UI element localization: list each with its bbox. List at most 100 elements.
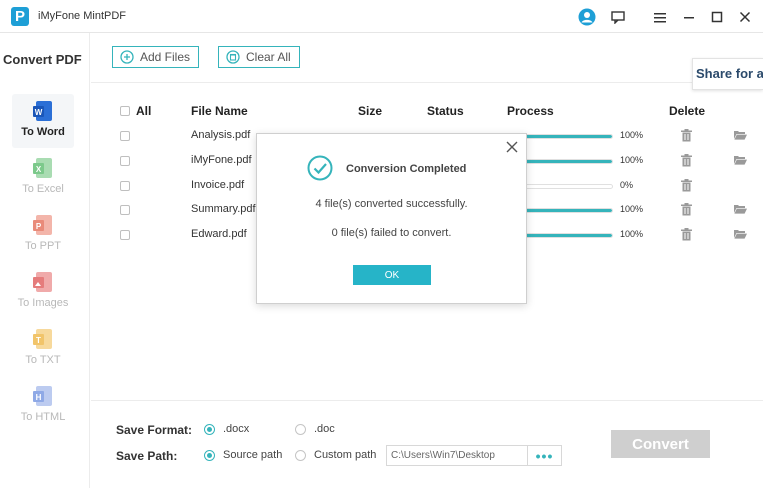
minimize-icon[interactable] <box>680 8 698 26</box>
open-folder-icon[interactable] <box>734 204 747 214</box>
trash-icon[interactable] <box>681 153 692 167</box>
progress-bar <box>521 208 613 214</box>
progress-fill <box>522 135 612 138</box>
excel-icon: X <box>33 158 52 178</box>
sidebar-item-label: To Images <box>17 297 69 309</box>
row-checkbox[interactable] <box>120 230 130 240</box>
trash-icon[interactable] <box>681 178 692 192</box>
bottom-panel: Save Format: .docx .doc Save Path: Sourc… <box>91 400 763 488</box>
app-title: iMyFone MintPDF <box>38 10 127 22</box>
header-size: Size <box>358 104 383 118</box>
html-icon: H <box>33 386 52 406</box>
toolbar: Add Files Clear All <box>91 33 763 83</box>
format-doc-label: .doc <box>314 423 335 435</box>
sidebar-item-label: To HTML <box>20 411 66 423</box>
word-icon: W <box>33 101 52 121</box>
format-docx-label: .docx <box>223 423 250 435</box>
row-checkbox[interactable] <box>120 180 130 191</box>
images-icon <box>33 272 52 292</box>
sidebar-item-to-excel[interactable]: X To Excel <box>12 151 74 205</box>
sidebar-item-to-html[interactable]: H To HTML <box>12 379 74 433</box>
dialog-close-icon[interactable] <box>505 140 519 154</box>
file-name: Summary.pdf <box>191 203 256 216</box>
sidebar-item-label: To TXT <box>25 354 61 366</box>
txt-icon: T <box>33 329 52 349</box>
clear-all-label: Clear All <box>246 50 291 64</box>
maximize-icon[interactable] <box>708 8 726 26</box>
success-check-icon <box>307 155 333 181</box>
progress-percent: 100% <box>620 154 644 165</box>
progress-bar <box>521 233 613 238</box>
progress-percent: 100% <box>620 204 644 215</box>
select-all-checkbox[interactable] <box>120 106 130 116</box>
open-folder-icon[interactable] <box>734 130 747 140</box>
header-file-name: File Name <box>191 104 248 118</box>
conversion-dialog: Conversion Completed 4 file(s) converted… <box>256 133 527 304</box>
sidebar-item-label: To Excel <box>22 183 64 195</box>
clear-icon <box>226 50 240 64</box>
source-path-label: Source path <box>223 449 283 461</box>
header-delete: Delete <box>669 104 706 118</box>
open-folder-icon[interactable] <box>734 155 747 165</box>
app-window: P iMyFone MintPDF Convert PDF W To Word … <box>0 0 763 488</box>
source-path-radio[interactable] <box>204 450 215 461</box>
progress-percent: 0% <box>620 179 634 190</box>
sidebar-title: Convert PDF <box>3 52 82 67</box>
row-checkbox[interactable] <box>120 155 130 166</box>
sidebar-item-to-ppt[interactable]: P To PPT <box>12 208 74 262</box>
progress-fill <box>522 209 612 213</box>
dialog-title: Conversion Completed <box>346 163 467 175</box>
svg-text:W: W <box>35 108 43 117</box>
dialog-success-message: 4 file(s) converted successfully. <box>315 198 468 210</box>
save-path-label: Save Path: <box>116 449 178 463</box>
svg-text:X: X <box>36 165 42 174</box>
add-files-button[interactable]: Add Files <box>112 46 200 68</box>
sidebar-item-to-word[interactable]: W To Word <box>12 94 74 148</box>
progress-percent: 100% <box>620 229 644 239</box>
feedback-icon[interactable] <box>609 8 627 26</box>
convert-button[interactable]: Convert <box>611 430 710 458</box>
svg-text:P: P <box>36 222 42 231</box>
sidebar-item-to-txt[interactable]: T To TXT <box>12 322 74 376</box>
account-icon[interactable] <box>578 8 596 26</box>
ppt-icon: P <box>33 215 52 235</box>
progress-fill <box>522 159 612 163</box>
sidebar-item-to-images[interactable]: To Images <box>12 265 74 319</box>
progress-percent: 100% <box>620 130 644 140</box>
trash-icon[interactable] <box>681 129 692 142</box>
row-checkbox[interactable] <box>120 131 130 141</box>
row-checkbox[interactable] <box>120 205 130 216</box>
header-status: Status <box>427 104 464 118</box>
header-all: All <box>136 104 152 118</box>
progress-bar <box>521 158 613 164</box>
format-doc-radio[interactable] <box>295 424 306 435</box>
sidebar-item-label: To Word <box>21 126 65 138</box>
save-format-label: Save Format: <box>116 423 193 437</box>
share-panel[interactable]: Share for a <box>692 58 763 90</box>
add-files-label: Add Files <box>140 50 191 64</box>
file-name: iMyFone.pdf <box>191 153 252 166</box>
custom-path-label: Custom path <box>314 449 377 461</box>
header-process: Process <box>507 104 554 118</box>
svg-text:T: T <box>36 336 41 345</box>
progress-bar <box>521 134 613 139</box>
svg-text:H: H <box>36 393 42 402</box>
path-input[interactable] <box>386 445 528 466</box>
app-logo: P <box>11 7 29 26</box>
format-docx-radio[interactable] <box>204 424 215 435</box>
trash-icon[interactable] <box>681 203 692 216</box>
trash-icon[interactable] <box>681 228 692 241</box>
file-name: Edward.pdf <box>191 228 247 240</box>
clear-all-button[interactable]: Clear All <box>218 46 300 68</box>
progress-bar <box>521 183 613 189</box>
open-folder-icon[interactable] <box>734 229 747 239</box>
file-name: Invoice.pdf <box>191 178 245 191</box>
sidebar: Convert PDF W To Word X To Excel P To PP… <box>0 33 90 488</box>
menu-icon[interactable] <box>651 8 669 26</box>
file-name: Analysis.pdf <box>191 129 251 141</box>
close-icon[interactable] <box>736 8 754 26</box>
custom-path-radio[interactable] <box>295 450 306 461</box>
add-icon <box>120 50 134 64</box>
browse-button[interactable]: ••• <box>528 445 562 466</box>
ok-button[interactable]: OK <box>353 265 431 285</box>
